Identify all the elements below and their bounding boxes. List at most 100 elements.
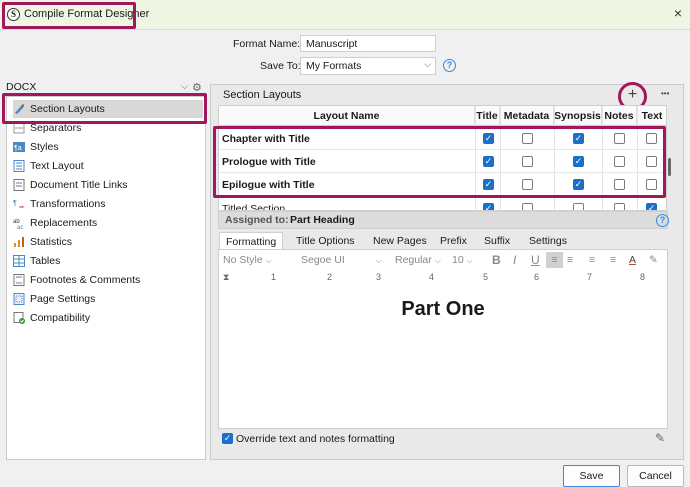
sidebar-item-label: Replacements (30, 217, 98, 229)
format-toolbar: No Style ⌵ Segoe UI ⌵ Regular ⌵ 10 ⌵ B I… (221, 252, 666, 270)
text-color-icon[interactable]: A (629, 252, 636, 268)
text-layout-icon (13, 160, 25, 172)
section-layouts-title: Section Layouts (223, 89, 302, 101)
help-icon[interactable]: ? (443, 59, 456, 72)
format-name-field[interactable]: Manuscript (300, 35, 436, 52)
font-value: Segoe UI (301, 254, 345, 266)
table-row[interactable]: Titled Section (219, 197, 666, 211)
title-checkbox[interactable] (483, 203, 494, 210)
layouts-highlight (213, 126, 666, 198)
left-panel: Section Layouts Separators ¶a Styles Tex… (6, 96, 206, 460)
sidebar-item-text-layout[interactable]: Text Layout (13, 157, 203, 175)
synopsis-checkbox[interactable] (573, 203, 584, 210)
align-center-icon[interactable]: ≡ (567, 252, 573, 268)
footnotes-icon (13, 274, 25, 286)
chevron-down-icon: ⌵ (424, 59, 431, 69)
col-text[interactable]: Text (637, 106, 666, 126)
tab-new-pages[interactable]: New Pages (367, 232, 433, 250)
sidebar-item-document-title-links[interactable]: Document Title Links (13, 176, 203, 194)
sidebar-item-label: Transformations (30, 198, 106, 210)
sidebar-item-label: Compatibility (30, 312, 91, 324)
sidebar-item-page-settings[interactable]: Page Settings (13, 290, 203, 308)
style-value: No Style (223, 254, 263, 266)
save-to-value: My Formats (306, 60, 362, 72)
tab-formatting[interactable]: Formatting (219, 232, 284, 250)
title-highlight (2, 2, 136, 29)
page-settings-icon (13, 293, 25, 305)
save-to-label: Save To: (260, 60, 301, 72)
sidebar-item-label: Page Settings (30, 293, 96, 305)
sidebar-item-tables[interactable]: Tables (13, 252, 203, 270)
ruler: ⧗ 1 2 3 4 5 6 7 8 (221, 272, 666, 286)
table-scrollbar[interactable] (668, 158, 671, 176)
transformations-icon: ¶ (13, 200, 25, 208)
sidebar-item-label: Tables (30, 255, 61, 267)
font-select[interactable]: Segoe UI ⌵ (301, 252, 382, 268)
assigned-label: Assigned to: (225, 214, 289, 226)
more-options-icon[interactable]: ••• (661, 89, 669, 98)
notes-checkbox[interactable] (614, 203, 625, 210)
sidebar-item-styles[interactable]: ¶a Styles (13, 138, 203, 156)
highlight-icon[interactable]: ✎ (649, 252, 658, 268)
underline-icon[interactable]: U (531, 252, 540, 268)
size-select[interactable]: 10 ⌵ (452, 252, 473, 268)
sidebar-item-label: Footnotes & Comments (30, 274, 141, 286)
col-synopsis[interactable]: Synopsis (554, 106, 602, 126)
tab-suffix[interactable]: Suffix (478, 232, 516, 250)
weight-value: Regular (395, 254, 432, 266)
save-button[interactable]: Save (563, 465, 620, 487)
tab-prefix[interactable]: Prefix (434, 232, 473, 250)
ruler-tick: 1 (271, 272, 277, 282)
col-notes[interactable]: Notes (602, 106, 637, 126)
text-checkbox[interactable] (646, 203, 657, 210)
ruler-tick: 5 (483, 272, 489, 282)
sidebar-item-label: Styles (30, 141, 59, 153)
cancel-button[interactable]: Cancel (627, 465, 684, 487)
italic-icon[interactable]: I (513, 252, 516, 268)
col-title[interactable]: Title (475, 106, 500, 126)
align-justify-icon[interactable]: ≡ (589, 252, 595, 268)
sidebar-item-compatibility[interactable]: Compatibility (13, 309, 203, 327)
ruler-tick: 7 (587, 272, 593, 282)
svg-text:ac: ac (17, 225, 23, 229)
preview-text: Part One (401, 298, 485, 320)
doc-type-value: DOCX (6, 81, 37, 93)
svg-text:¶: ¶ (13, 200, 17, 207)
sidebar-item-replacements[interactable]: ab ac Replacements (13, 214, 203, 232)
assigned-value[interactable]: Part Heading (290, 214, 355, 226)
override-checkbox[interactable] (222, 433, 233, 444)
col-layout-name[interactable]: Layout Name (219, 106, 475, 126)
title-links-icon (13, 179, 25, 191)
ruler-tick: 4 (429, 272, 435, 282)
sidebar-item-footnotes-comments[interactable]: Footnotes & Comments (13, 271, 203, 289)
weight-select[interactable]: Regular ⌵ (395, 252, 441, 268)
align-left-icon[interactable]: ≡ (546, 252, 563, 268)
replacements-icon: abac (13, 219, 23, 229)
svg-text:¶a: ¶a (14, 145, 22, 152)
compatibility-icon (13, 312, 25, 324)
col-metadata[interactable]: Metadata (500, 106, 554, 126)
layout-name: Titled Section (222, 203, 286, 211)
format-painter-icon[interactable]: ✎ (655, 431, 665, 445)
format-name-label: Format Name: (233, 38, 301, 50)
align-right-icon[interactable]: ≡ (610, 252, 616, 268)
ruler-indent-icon[interactable]: ⧗ (223, 272, 229, 283)
sidebar-item-label: Text Layout (30, 160, 84, 172)
sidebar-item-transformations[interactable]: ¶ Transformations (13, 195, 203, 213)
tables-icon (13, 255, 25, 267)
ruler-tick: 8 (640, 272, 646, 282)
statistics-icon (14, 237, 24, 247)
sidebar-item-label: Statistics (30, 236, 73, 248)
tab-settings[interactable]: Settings (523, 232, 573, 250)
tab-title-options[interactable]: Title Options (290, 232, 361, 250)
save-to-select[interactable]: My Formats ⌵ (300, 57, 436, 75)
ruler-tick: 3 (376, 272, 382, 282)
override-label: Override text and notes formatting (236, 433, 395, 445)
metadata-checkbox[interactable] (522, 203, 533, 210)
sidebar-item-statistics[interactable]: Statistics (13, 233, 203, 251)
close-icon[interactable]: × (670, 4, 686, 22)
help-icon[interactable]: ? (656, 214, 669, 227)
style-select[interactable]: No Style ⌵ (223, 252, 272, 268)
ruler-tick: 2 (327, 272, 333, 282)
bold-icon[interactable]: B (492, 252, 501, 268)
